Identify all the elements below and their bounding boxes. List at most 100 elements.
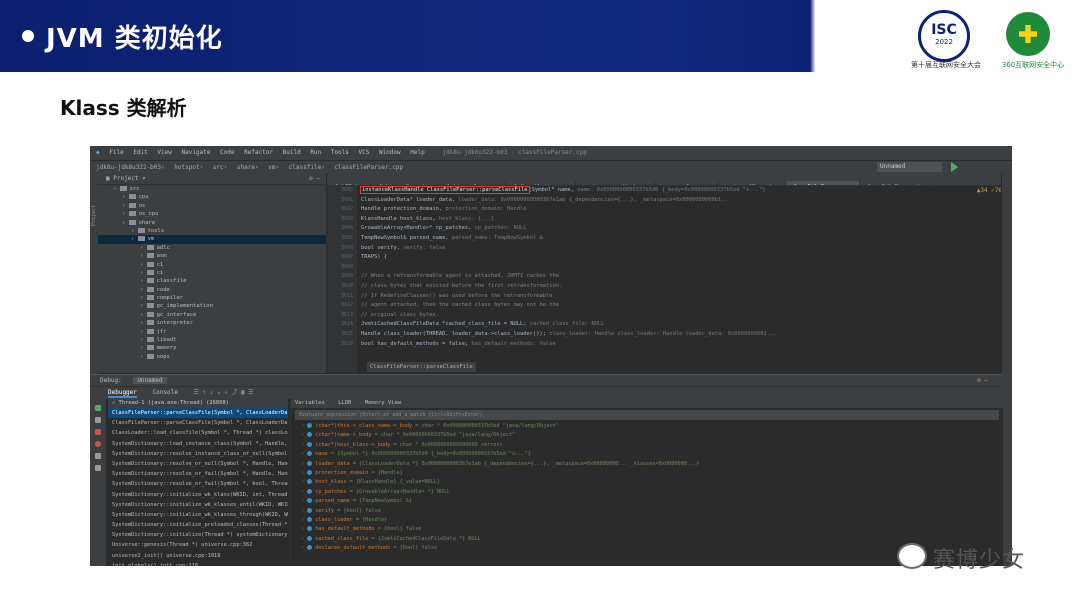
thread-selector[interactable]: ✔ Thread-1 (java.exe:Thread) (26808)	[108, 399, 288, 408]
chevron-right-icon[interactable]: ›	[131, 228, 138, 234]
chevron-right-icon[interactable]: ›	[140, 278, 147, 284]
inspection-status[interactable]: ▲34 ✓76	[977, 187, 1002, 194]
variable-row[interactable]: › loader_data = {ClassLoaderData *} 0x00…	[291, 460, 1003, 469]
tree-item-classfile[interactable]: › classfile	[98, 277, 326, 285]
tree-item-memory[interactable]: › memory	[98, 344, 326, 352]
stack-frame[interactable]: SystemDictionary::load_instance_class(Sy…	[108, 439, 288, 449]
gear-icon[interactable]: ⚙ —	[309, 173, 320, 184]
menu-edit[interactable]: Edit	[133, 149, 147, 156]
tree-item-tools[interactable]: › tools	[98, 227, 326, 235]
breadcrumb-0[interactable]: jdk8u-jdk8u322-b03	[96, 164, 161, 171]
chevron-right-icon[interactable]: ›	[122, 211, 129, 217]
chevron-right-icon[interactable]: ›	[122, 194, 129, 200]
variable-row[interactable]: › has_default_methods = {bool} false	[291, 525, 1003, 534]
variable-row[interactable]: › protection_domain = {Handle}	[291, 469, 1003, 478]
stack-frame[interactable]: SystemDictionary::initialize_wk_klasses_…	[108, 500, 288, 510]
stack-frame[interactable]: ClassFileParser::parseClassFile(Symbol *…	[108, 408, 288, 419]
stack-frame[interactable]: SystemDictionary::initialize_preloaded_c…	[108, 520, 288, 530]
stack-frame[interactable]: SystemDictionary::initialize(Thread *) s…	[108, 530, 288, 540]
stack-frame[interactable]: SystemDictionary::resolve_or_fail(Symbol…	[108, 479, 288, 489]
tab-memory-view[interactable]: Memory View	[365, 400, 401, 406]
menu-build[interactable]: Build	[283, 149, 301, 156]
variable-row[interactable]: › (char*)this->_class_name->_body = char…	[291, 422, 1003, 431]
menu-help[interactable]: Help	[410, 149, 424, 156]
variable-row[interactable]: › (char*)host_klass->_body = char * 0x00…	[291, 441, 1003, 450]
tab-console[interactable]: Console	[153, 389, 178, 396]
stop-icon[interactable]	[95, 429, 101, 435]
mute-icon[interactable]	[95, 453, 101, 459]
evaluate-expression-input[interactable]: Evaluate expression (Enter) or add a wat…	[295, 410, 999, 420]
chevron-right-icon[interactable]: ›	[140, 295, 147, 301]
chevron-right-icon[interactable]: ›	[122, 220, 129, 226]
variable-row[interactable]: › parsed_name = {TempNewSymbol &}	[291, 497, 1003, 506]
stack-frame[interactable]: ClassFileParser::parseClassFile(Symbol *…	[108, 418, 288, 428]
tree-item-cpu[interactable]: › cpu	[98, 193, 326, 201]
chevron-right-icon[interactable]: ›	[140, 245, 147, 251]
menu-navigate[interactable]: Navigate	[181, 149, 210, 156]
breakpoints-icon[interactable]	[95, 441, 101, 447]
chevron-right-icon[interactable]: ›	[140, 345, 147, 351]
tree-item-ci[interactable]: › ci	[98, 269, 326, 277]
chevron-right-icon[interactable]: ›	[140, 270, 147, 276]
variable-row[interactable]: › host_klass = {KlassHandle} {_value=NUL…	[291, 478, 1003, 487]
stack-frame[interactable]: init_globals() init.cpp:118	[108, 561, 288, 566]
tree-item-gc-implementation[interactable]: › gc_implementation	[98, 302, 326, 310]
code-area[interactable]: instanceKlassHandle ClassFileParser::par…	[360, 186, 992, 373]
tree-item-asm[interactable]: › asm	[98, 252, 326, 260]
stack-frame[interactable]: universe2_init() universe.cpp:1018	[108, 551, 288, 561]
stack-frame[interactable]: SystemDictionary::initialize_wk_klass(WK…	[108, 490, 288, 500]
project-panel-title[interactable]: Project	[113, 175, 138, 182]
tab-variables[interactable]: Variables	[295, 400, 325, 406]
tree-item-code[interactable]: › code	[98, 286, 326, 294]
stack-frame[interactable]: SystemDictionary::resolve_or_null(Symbol…	[108, 459, 288, 469]
chevron-right-icon[interactable]: ›	[140, 303, 147, 309]
variable-row[interactable]: › class_loader = {Handle}	[291, 516, 1003, 525]
stack-frame[interactable]: SystemDictionary::resolve_or_fail(Symbol…	[108, 469, 288, 479]
tree-item-os[interactable]: › os	[98, 202, 326, 210]
chevron-right-icon[interactable]: ›	[122, 203, 129, 209]
tab-lldb[interactable]: LLDB	[338, 400, 351, 406]
tab-debugger[interactable]: Debugger	[108, 389, 137, 398]
tree-item-src[interactable]: › src	[98, 185, 326, 193]
editor-breadcrumb[interactable]: ClassFileParser::parseClassFile	[367, 362, 476, 372]
project-tool-label[interactable]: Project	[91, 205, 97, 226]
menu-window[interactable]: Window	[379, 149, 401, 156]
chevron-right-icon[interactable]: ›	[113, 186, 120, 192]
gear-icon[interactable]	[95, 465, 101, 471]
tree-item-vm[interactable]: › vm	[98, 235, 326, 244]
tree-item-interpreter[interactable]: › interpreter	[98, 319, 326, 327]
run-config-select[interactable]: Unnamed	[877, 162, 942, 172]
variable-row[interactable]: › name = {Symbol *} 0x000000000337b5d0 {…	[291, 450, 1003, 459]
breadcrumb-1[interactable]: hotspot	[174, 164, 199, 171]
tree-item-adlc[interactable]: › adlc	[98, 244, 326, 252]
tree-item-gc-interface[interactable]: › gc_interface	[98, 311, 326, 319]
variable-row[interactable]: › verify = {bool} false	[291, 507, 1003, 516]
menu-code[interactable]: Code	[220, 149, 234, 156]
tree-item-oops[interactable]: › oops	[98, 353, 326, 361]
tree-item-compiler[interactable]: › compiler	[98, 294, 326, 302]
step-icons[interactable]: ☰ ↑ ↓ ↘ ↗ ⤴ ▦ ☰	[193, 389, 253, 396]
tree-item-c1[interactable]: › c1	[98, 261, 326, 269]
stack-frame[interactable]: ClassLoader::load_classfile(Symbol *, Th…	[108, 428, 288, 438]
variable-row[interactable]: › cp_patches = {GrowableArray<Handle> *}…	[291, 488, 1003, 497]
tree-item-os-cpu[interactable]: › os_cpu	[98, 210, 326, 218]
breadcrumb-6[interactable]: classFileParser.cpp	[334, 164, 403, 171]
variable-row[interactable]: › (char*)name->_body = char * 0x00000000…	[291, 431, 1003, 440]
chevron-right-icon[interactable]: ›	[140, 287, 147, 293]
breadcrumb-4[interactable]: vm	[268, 164, 275, 171]
breadcrumb-3[interactable]: share	[237, 164, 255, 171]
tree-item-jfr[interactable]: › jfr	[98, 328, 326, 336]
chevron-right-icon[interactable]: ›	[140, 253, 147, 259]
stack-frame[interactable]: SystemDictionary::resolve_instance_class…	[108, 449, 288, 459]
chevron-right-icon[interactable]: ›	[131, 236, 138, 242]
settings-icon[interactable]: ⚙ —	[977, 375, 988, 386]
chevron-right-icon[interactable]: ›	[140, 312, 147, 318]
menu-view[interactable]: View	[157, 149, 171, 156]
tree-item-share[interactable]: › share	[98, 219, 326, 227]
pause-icon[interactable]	[95, 417, 101, 423]
menu-tools[interactable]: Tools	[331, 149, 349, 156]
resume-icon[interactable]	[95, 405, 101, 411]
chevron-right-icon[interactable]: ›	[140, 320, 147, 326]
debug-session-tab[interactable]: Unnamed	[133, 377, 167, 384]
chevron-right-icon[interactable]: ›	[140, 337, 147, 343]
